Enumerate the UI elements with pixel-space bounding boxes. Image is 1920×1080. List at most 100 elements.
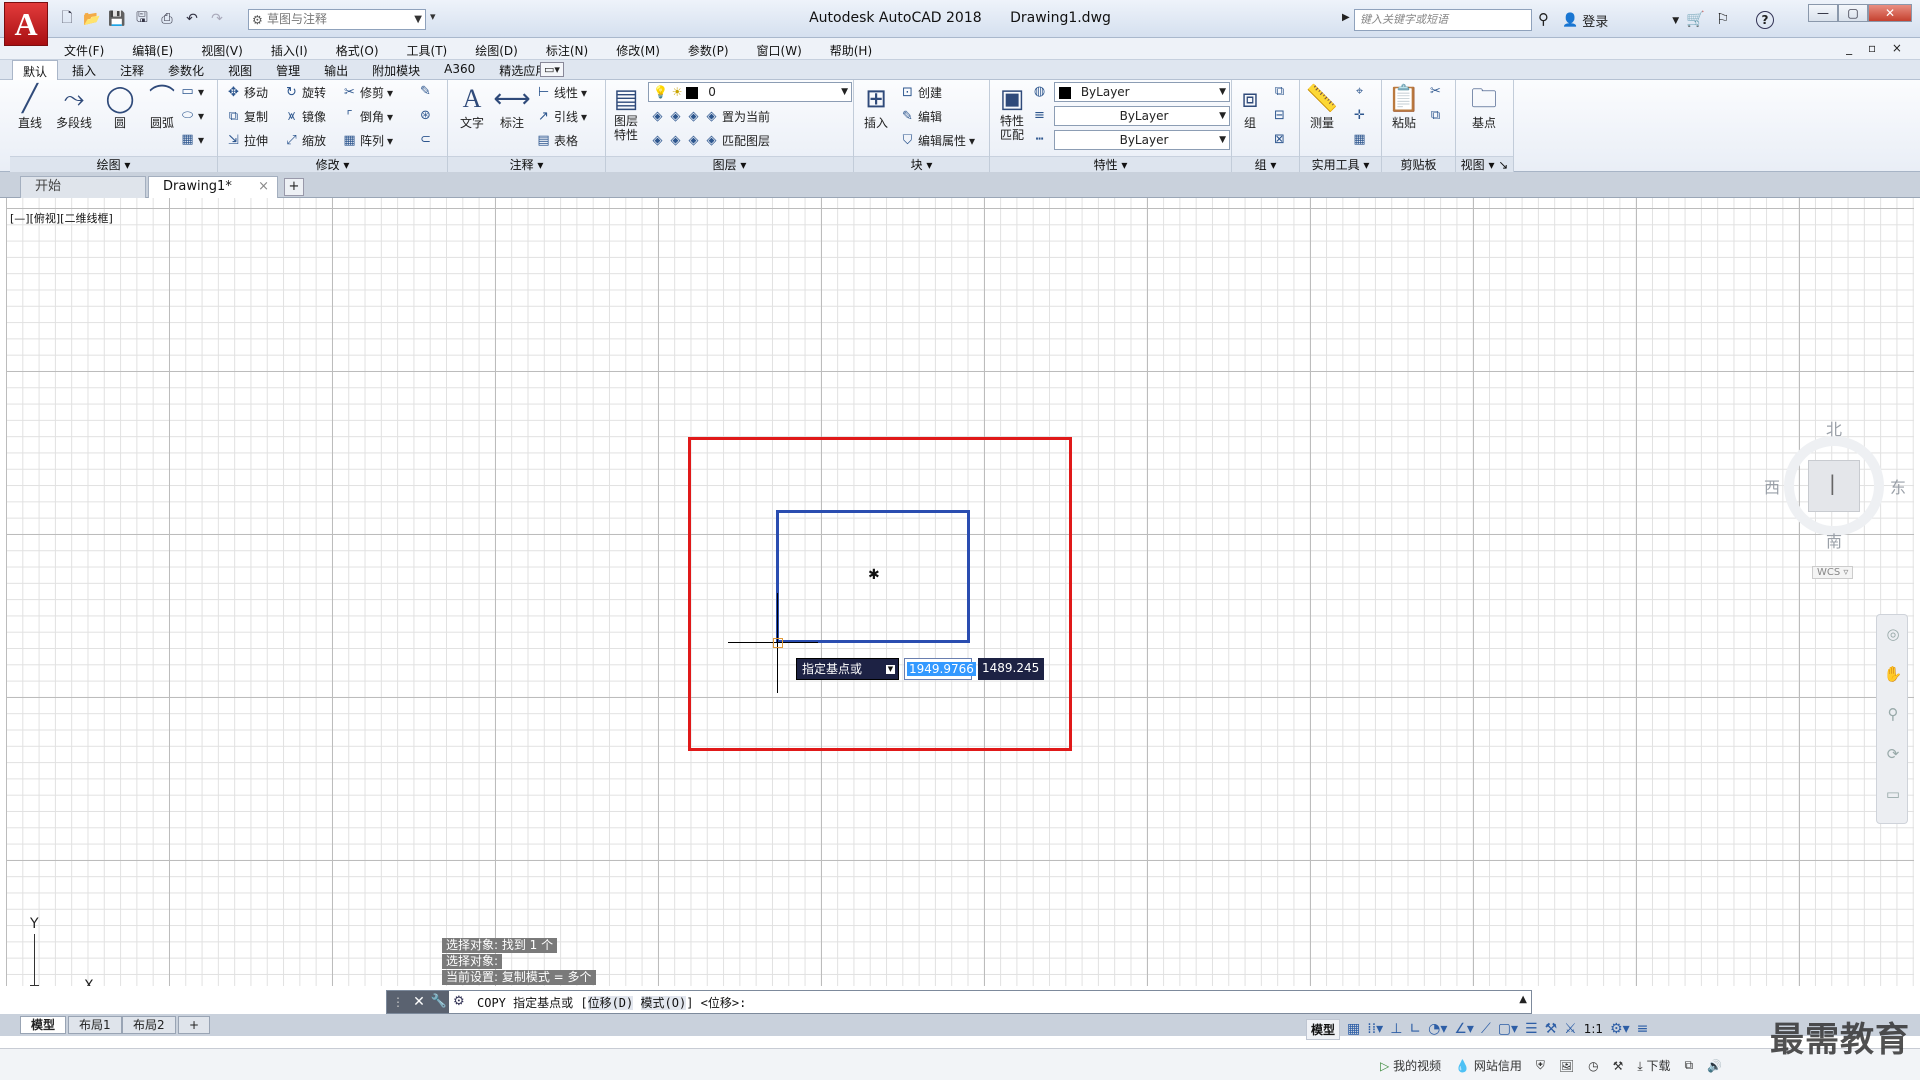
zoom-icon[interactable]: ⚲ (1883, 705, 1903, 723)
picture-icon[interactable]: 🖼 (1559, 1059, 1574, 1073)
minimize-button[interactable]: — (1808, 4, 1838, 22)
steeringwheel-icon[interactable]: ◎ (1883, 625, 1903, 643)
group-select-button[interactable]: ⊠ (1272, 132, 1287, 147)
menu-window[interactable]: 窗口(W) (755, 42, 814, 59)
panel-block-title[interactable]: 块 ▾ (854, 156, 989, 172)
tab-annotate[interactable]: 注释 (110, 60, 154, 80)
insert-block-button[interactable]: ⊞ 插入 (856, 84, 896, 131)
quick-select-button[interactable]: ⌖ (1352, 84, 1367, 99)
dynamic-input-y-field[interactable]: 1489.245 (978, 658, 1044, 680)
viewcube-top-face[interactable]: | (1808, 460, 1860, 512)
shield-icon[interactable]: ⛨ (1536, 1058, 1545, 1073)
stretch-button[interactable]: ⇲ 拉伸 (226, 132, 268, 149)
binoculars-icon[interactable]: ⚲ (1538, 10, 1549, 28)
group-edit-button[interactable]: ⊟ (1272, 108, 1287, 123)
undo-icon[interactable]: ↶ (181, 8, 203, 30)
menu-format[interactable]: 格式(O) (334, 42, 391, 59)
layer-select[interactable]: 💡 ☀ 0 ▼ (648, 82, 852, 102)
linear-dimension-button[interactable]: ⊢ 线性 ▾ (536, 84, 587, 101)
open-icon[interactable]: 📂 (81, 8, 103, 30)
tab-addins[interactable]: 附加模块 (362, 60, 430, 80)
infer-constraints-icon[interactable]: ⊥ (1390, 1021, 1402, 1037)
trim-button[interactable]: ✂ 修剪 ▾ (342, 84, 393, 101)
annotation-visibility-icon[interactable]: ⚒ (1545, 1021, 1558, 1037)
viewport-controls[interactable]: [—][俯视][二维线框] (10, 210, 113, 226)
measure-button[interactable]: 📏 测量 (1302, 84, 1342, 131)
workspace-select[interactable]: ⚙ 草图与注释 ▼ (248, 9, 426, 30)
rectangle-button[interactable]: ▭ ▾ (180, 84, 204, 99)
cut-button[interactable]: ✂ (1428, 84, 1443, 99)
document-window-controls[interactable]: _ ▫ × (1846, 41, 1908, 55)
application-menu-button[interactable]: A (4, 2, 48, 46)
erase-button[interactable]: ✎ (418, 84, 433, 99)
command-line[interactable]: ⋮ ✕ 🔧 ⚙ COPY 指定基点或 [位移(D) 模式(O)] <位移>: ▲ (386, 990, 1532, 1014)
help-button[interactable]: ? (1756, 11, 1774, 29)
ungroup-button[interactable]: ⧉ (1272, 84, 1287, 99)
edit-block-button[interactable]: ✎ 编辑 (900, 108, 942, 125)
dynamic-input-x-field[interactable]: 1949.9766 (904, 658, 976, 680)
annotation-scale-icon[interactable]: ⚔ (1564, 1021, 1577, 1037)
tab-parametric[interactable]: 参数化 (158, 60, 214, 80)
point-button[interactable]: ✛ (1352, 108, 1367, 123)
menu-dimension[interactable]: 标注(N) (544, 42, 600, 59)
menu-help[interactable]: 帮助(H) (828, 42, 884, 59)
panel-annotation-title[interactable]: 注释 ▾ (448, 156, 605, 172)
search-input[interactable]: 键入关键字或短语 (1354, 9, 1532, 31)
drawing-canvas[interactable]: [—][俯视][二维线框] ✱ 指定基点或 ▼ 1949.9766 1489.2… (6, 198, 1914, 986)
panel-properties-title[interactable]: 特性 ▾ (990, 156, 1231, 172)
leader-button[interactable]: ↗ 引线 ▾ (536, 108, 587, 125)
drag-handle-icon[interactable]: ⋮ (387, 991, 409, 1013)
circle-button[interactable]: ◯ 圆 (100, 84, 140, 131)
panel-group-title[interactable]: 组 ▾ (1232, 156, 1299, 172)
layer-tools-row1[interactable]: ◈ ◈ ◈ ◈ 置为当前 (650, 108, 771, 125)
clock-icon[interactable]: ◷ (1588, 1059, 1598, 1073)
my-videos-item[interactable]: ▷ 我的视频 (1380, 1057, 1441, 1074)
tab-a360[interactable]: A360 (434, 60, 485, 80)
close-button[interactable]: ✕ (1868, 4, 1912, 22)
mirror-button[interactable]: ⩙ 镜像 (284, 108, 326, 125)
panel-draw-title[interactable]: 绘图 ▾ (10, 156, 217, 172)
match-properties-button[interactable]: ▣ 特性 匹配 (992, 84, 1032, 142)
tab-insert[interactable]: 插入 (62, 60, 106, 80)
login-button[interactable]: 👤 登录 ▼ (1562, 11, 1679, 30)
model-space-toggle[interactable]: 模型 (1306, 1018, 1341, 1040)
new-icon[interactable]: 🗋 (56, 8, 78, 30)
tab-start[interactable]: 开始 (20, 176, 146, 198)
ortho-icon[interactable]: ∟ (1409, 1021, 1421, 1037)
pan-hand-icon[interactable]: ✋ (1883, 665, 1903, 683)
copy-clip-button[interactable]: ⧉ (1428, 108, 1443, 123)
volume-icon[interactable]: 🔊 (1707, 1059, 1722, 1073)
lineweight-select[interactable]: ByLayer ▼ (1054, 106, 1230, 126)
compass-north[interactable]: 北 (1826, 416, 1842, 440)
tab-default[interactable]: 默认 (12, 60, 59, 80)
search-expand-icon[interactable]: ▶ (1342, 12, 1350, 23)
menu-tools[interactable]: 工具(T) (405, 42, 460, 59)
text-button[interactable]: A 文字 (452, 84, 492, 131)
menu-parametric[interactable]: 参数(P) (686, 42, 741, 59)
panel-utilities-title[interactable]: 实用工具 ▾ (1300, 156, 1381, 172)
grid-icon[interactable]: ▦ (1347, 1021, 1360, 1037)
arc-button[interactable]: ⌒ 圆弧 (142, 84, 182, 131)
dimension-button[interactable]: ⟷ 标注 (492, 84, 532, 131)
redo-icon[interactable]: ↷ (206, 8, 228, 30)
tab-model[interactable]: 模型 (20, 1016, 67, 1034)
layer-tools-row2[interactable]: ◈ ◈ ◈ ◈ 匹配图层 (650, 132, 771, 149)
new-tab-button[interactable]: + (284, 178, 304, 196)
fillet-button[interactable]: ⌜ 倒角 ▾ (342, 108, 393, 125)
menu-insert[interactable]: 插入(I) (269, 42, 320, 59)
move-button[interactable]: ✥ 移动 (226, 84, 268, 101)
tool-icon[interactable]: ⚒ (1613, 1059, 1624, 1073)
color-select[interactable]: ByLayer ▼ (1054, 82, 1230, 102)
tab-layout2[interactable]: 布局2 (122, 1016, 176, 1034)
tab-layout1[interactable]: 布局1 (68, 1016, 122, 1034)
site-credit-item[interactable]: 💧 网站信用 (1455, 1057, 1522, 1074)
array-button[interactable]: ▦ 阵列 ▾ (342, 132, 393, 149)
save-as-icon[interactable]: 🖫 (131, 8, 153, 30)
table-button[interactable]: ▤ 表格 (536, 132, 578, 149)
osnap-tracking-icon[interactable]: ∠▾ (1454, 1021, 1474, 1037)
polyline-button[interactable]: ⤳ 多段线 (52, 84, 96, 131)
snap-icon[interactable]: ⁞⁞▾ (1367, 1021, 1383, 1037)
customization-icon[interactable]: ≡ (1637, 1021, 1649, 1037)
wrench-icon[interactable]: 🔧 (429, 991, 449, 1013)
add-layout-button[interactable]: + (178, 1016, 211, 1034)
